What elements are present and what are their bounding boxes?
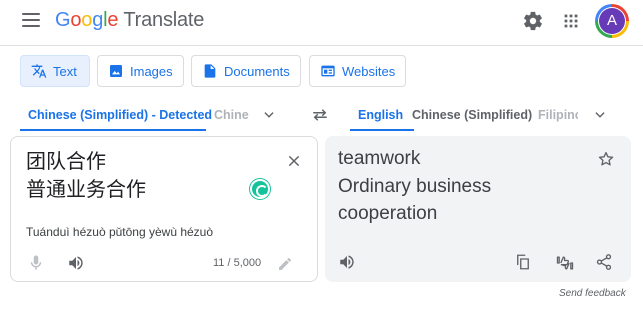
source-lang-detected-tab[interactable]: Chinese (Simplified) - Detected [28, 108, 212, 122]
character-count: 11 / 5,000 [213, 257, 262, 269]
swap-languages-icon[interactable] [311, 108, 329, 122]
images-mode-button[interactable]: Images [97, 55, 184, 87]
source-text-line: 普通业务合作 [26, 179, 146, 201]
image-icon [110, 65, 122, 77]
microphone-icon[interactable] [27, 254, 45, 272]
target-lang-active-indicator [350, 129, 414, 131]
translation-line: teamwork [338, 148, 421, 169]
rate-translation-thumbs-icon[interactable] [555, 253, 575, 273]
translation-output-panel: teamwork Ordinary business cooperation [325, 136, 631, 282]
app-header: Google Translate A [0, 0, 643, 46]
source-text-input[interactable]: 团队合作 普通业务合作 [26, 148, 266, 204]
send-feedback-link[interactable]: Send feedback [559, 288, 626, 299]
logo-letter: G [55, 9, 71, 31]
logo-letter: o [70, 9, 82, 31]
target-lang-english-tab[interactable]: English [358, 108, 403, 122]
grammarly-icon[interactable] [250, 179, 270, 199]
apps-grid-icon[interactable] [560, 10, 582, 32]
source-language-bar: Chinese (Simplified) - Detected Chine [0, 100, 310, 131]
listen-speaker-icon[interactable] [67, 254, 85, 272]
share-translation-icon[interactable] [595, 253, 615, 273]
target-lang-chinese-tab[interactable]: Chinese (Simplified) [412, 108, 532, 122]
document-icon [204, 64, 216, 78]
clear-text-close-icon[interactable] [286, 153, 302, 169]
avatar: A [598, 7, 626, 35]
text-mode-button[interactable]: Text [20, 55, 90, 87]
documents-mode-label: Documents [224, 63, 290, 79]
logo-letter: o [81, 9, 93, 31]
handwriting-pencil-icon[interactable] [277, 256, 295, 274]
target-lang-filipino-tab[interactable]: Filipino [538, 108, 578, 122]
source-lang-tab-chinese[interactable]: Chine [214, 108, 249, 122]
source-romanization: Tuánduì hézuò pǔtōng yèwù hézuò [26, 225, 214, 239]
avatar-letter: A [599, 8, 625, 34]
images-mode-label: Images [130, 63, 173, 79]
google-translate-logo[interactable]: Google Translate [55, 9, 204, 32]
translation-line: Ordinary business [338, 175, 492, 197]
source-text-panel[interactable]: 团队合作 普通业务合作 Tuánduì hézuò pǔtōng yèwù hé… [10, 136, 318, 282]
main-menu-icon[interactable] [22, 13, 40, 27]
source-lang-active-indicator [20, 129, 206, 131]
translate-icon [31, 64, 47, 78]
copy-translation-icon[interactable] [514, 253, 534, 273]
logo-letter: g [92, 9, 104, 31]
translation-line: cooperation [338, 203, 438, 224]
website-icon [321, 65, 335, 77]
target-lang-more-chevron-down-icon[interactable] [593, 108, 607, 122]
logo-letter: e [107, 9, 119, 31]
websites-mode-button[interactable]: Websites [309, 55, 406, 87]
listen-translation-speaker-icon[interactable] [338, 253, 358, 273]
save-translation-star-icon[interactable] [597, 150, 615, 168]
source-lang-more-chevron-down-icon[interactable] [262, 108, 276, 122]
websites-mode-label: Websites [342, 63, 396, 79]
text-mode-label: Text [53, 63, 77, 79]
source-text-line: 团队合作 [26, 151, 106, 173]
settings-gear-icon[interactable] [522, 10, 544, 32]
translation-output-text: teamwork Ordinary business cooperation [338, 145, 588, 228]
target-language-bar: English Chinese (Simplified) Filipino [340, 100, 640, 131]
account-avatar-button[interactable]: A [595, 4, 629, 38]
documents-mode-button[interactable]: Documents [191, 55, 301, 87]
product-name: Translate [123, 9, 205, 31]
